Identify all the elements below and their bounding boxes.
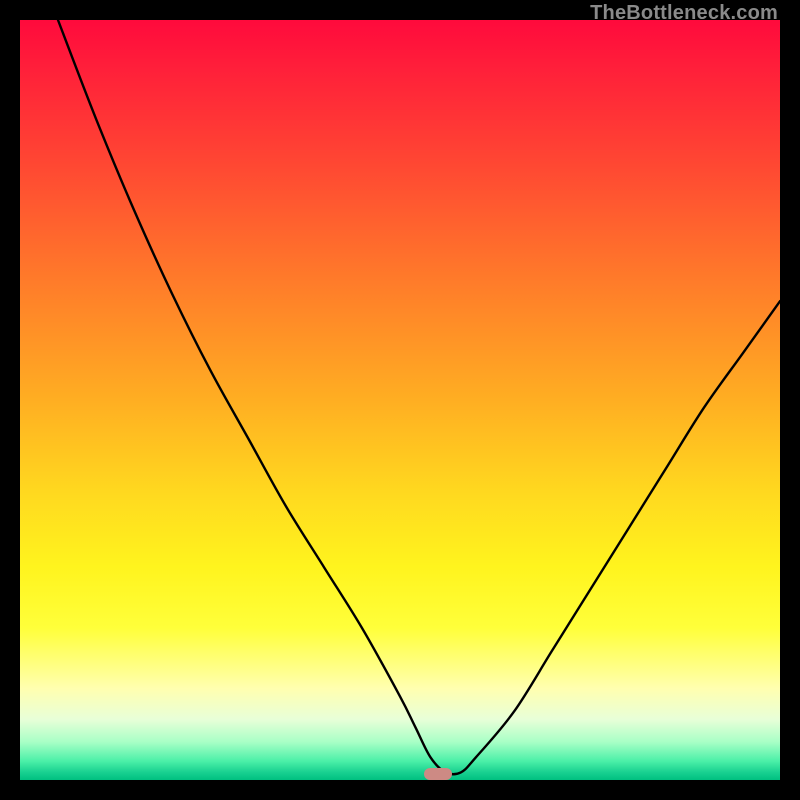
bottleneck-curve <box>58 20 780 774</box>
curve-svg <box>20 20 780 780</box>
chart-frame: TheBottleneck.com <box>0 0 800 800</box>
optimal-point-marker <box>424 768 452 780</box>
plot-area <box>20 20 780 780</box>
